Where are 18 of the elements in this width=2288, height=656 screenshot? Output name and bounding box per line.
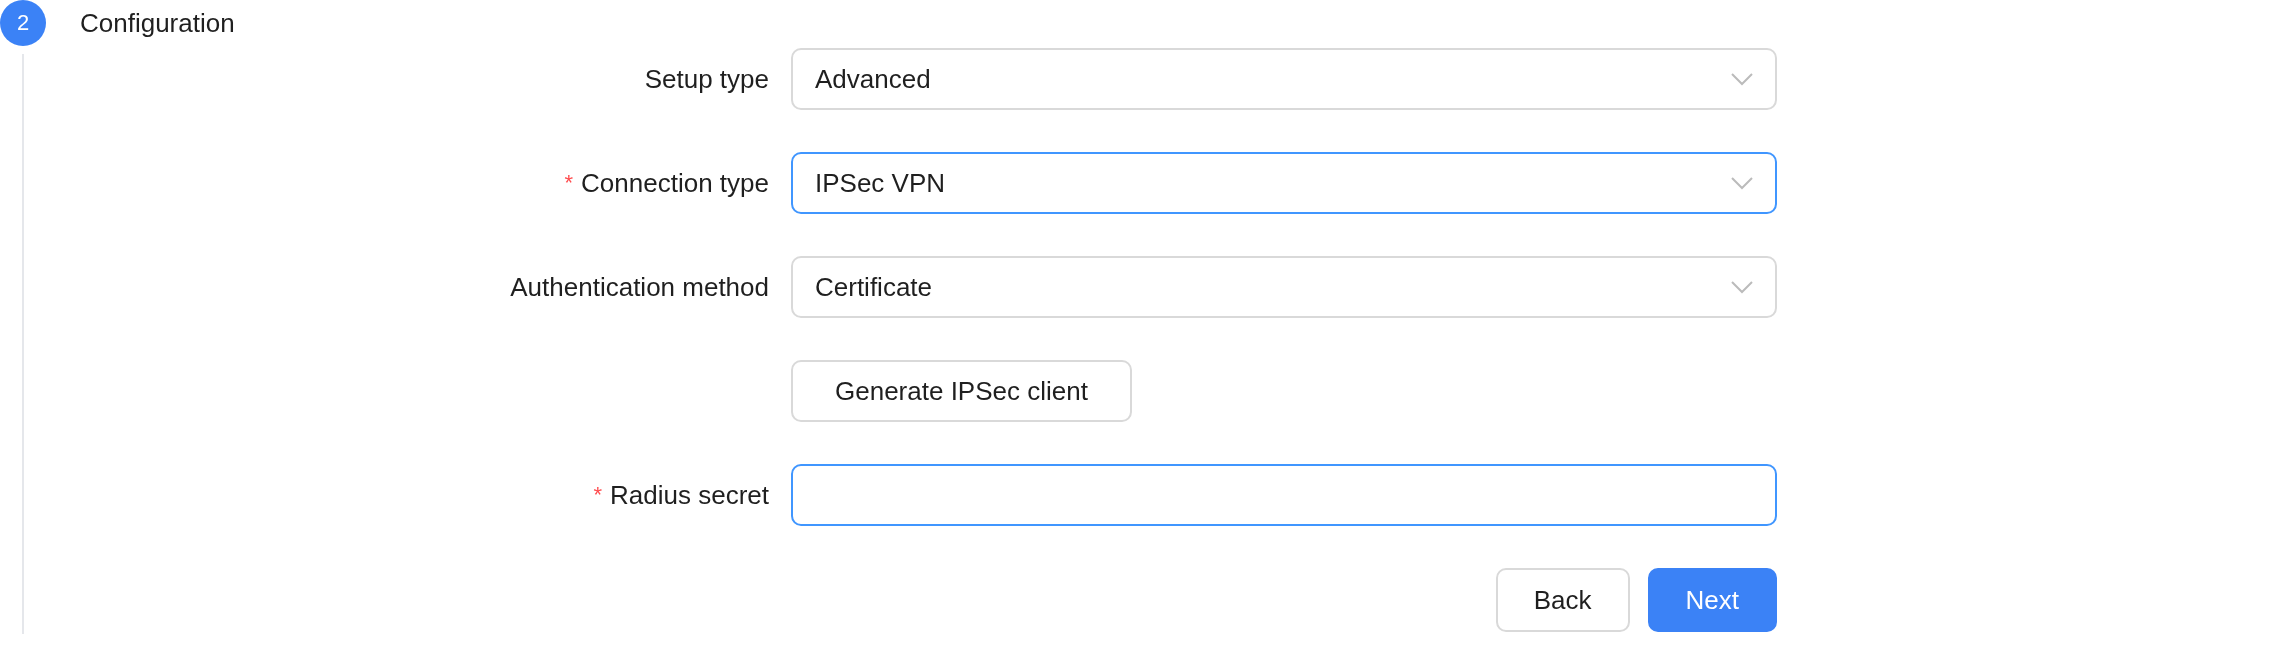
- chevron-down-icon: [1731, 72, 1753, 86]
- field-label: Connection type: [581, 167, 769, 199]
- field-label: Authentication method: [510, 271, 769, 303]
- select-field[interactable]: IPSec VPN: [791, 152, 1777, 214]
- input-field[interactable]: [791, 464, 1777, 526]
- generate-button[interactable]: Generate IPSec client: [791, 360, 1132, 422]
- field-label: Radius secret: [610, 479, 769, 511]
- step-number: 2: [0, 0, 46, 46]
- select-field[interactable]: Certificate: [791, 256, 1777, 318]
- chevron-down-icon: [1731, 280, 1753, 294]
- next-button[interactable]: Next: [1647, 568, 1777, 632]
- field-label: Setup type: [644, 63, 769, 95]
- select-field[interactable]: Advanced: [791, 48, 1777, 110]
- chevron-down-icon: [1731, 176, 1753, 190]
- required-mark: *: [564, 170, 574, 196]
- required-mark: *: [593, 482, 603, 508]
- step-title: Configuration: [80, 7, 235, 39]
- back-button[interactable]: Back: [1495, 568, 1630, 632]
